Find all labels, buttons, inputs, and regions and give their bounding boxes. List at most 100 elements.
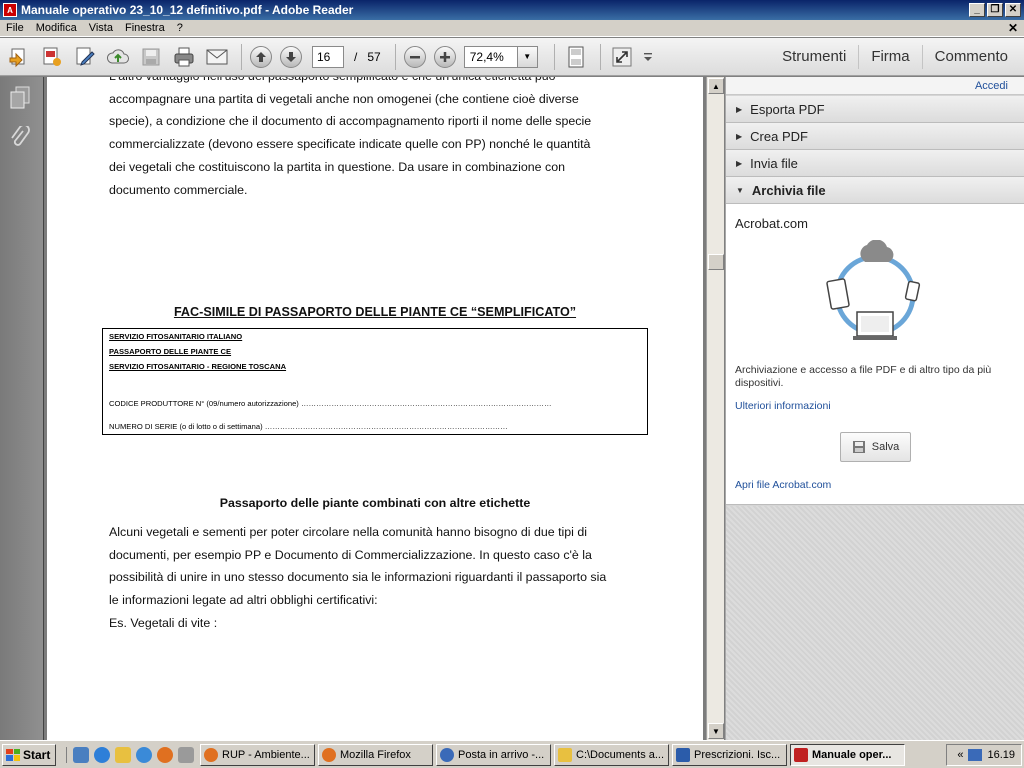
windows-taskbar: Start RUP - Ambiente... Mozilla Firefox … bbox=[0, 740, 1024, 768]
tray-expand-button[interactable]: « bbox=[957, 749, 963, 761]
upload-cloud-icon[interactable] bbox=[105, 44, 131, 70]
menu-bar: File Modifica Vista Finestra ? ✕ bbox=[0, 20, 1024, 37]
triangle-right-icon: ▶ bbox=[736, 131, 743, 141]
text-line: dei vegetali che costituiscono la partit… bbox=[109, 159, 565, 174]
section-esporta-pdf[interactable]: ▶ Esporta PDF bbox=[726, 96, 1024, 123]
task-rup-ambiente[interactable]: RUP - Ambiente... bbox=[200, 743, 315, 766]
menu-finestra[interactable]: Finestra bbox=[119, 22, 171, 34]
zoom-value[interactable]: 72,4% bbox=[465, 47, 517, 67]
email-icon[interactable] bbox=[204, 44, 230, 70]
arrow-up-icon bbox=[256, 51, 266, 62]
section-invia-file[interactable]: ▶ Invia file bbox=[726, 150, 1024, 177]
more-info-link[interactable]: Ulteriori informazioni bbox=[735, 400, 831, 412]
edit-pdf-icon[interactable] bbox=[72, 44, 98, 70]
save-to-acrobat-button[interactable]: Salva bbox=[840, 432, 911, 462]
browser-icon[interactable] bbox=[136, 746, 152, 763]
section-crea-pdf[interactable]: ▶ Crea PDF bbox=[726, 123, 1024, 150]
zoom-out-button[interactable] bbox=[403, 45, 426, 68]
box-line: PASSAPORTO DELLE PIANTE CE bbox=[109, 347, 232, 356]
help-icon[interactable] bbox=[73, 746, 89, 763]
zoom-in-button[interactable] bbox=[433, 45, 456, 68]
section-label: Invia file bbox=[750, 155, 798, 171]
total-pages: 57 bbox=[367, 49, 381, 64]
intro-paragraph: L'altro vantaggio nell'uso del passaport… bbox=[109, 77, 643, 201]
network-icon[interactable] bbox=[968, 748, 983, 761]
facsimile-heading: FAC-SIMILE DI PASSAPORTO DELLE PIANTE CE… bbox=[173, 305, 577, 319]
adobe-reader-app-icon[interactable]: A bbox=[3, 3, 17, 17]
close-window-button[interactable]: ✕ bbox=[1005, 3, 1021, 17]
menu-modifica[interactable]: Modifica bbox=[30, 22, 83, 34]
task-posta-in-arrivo[interactable]: Posta in arrivo -... bbox=[436, 743, 551, 766]
system-tray: « 16.19 bbox=[946, 743, 1022, 766]
toolbar-separator bbox=[394, 43, 396, 70]
text-line: Alcuni vegetali e sementi per poter circ… bbox=[109, 525, 588, 539]
menu-file[interactable]: File bbox=[0, 22, 30, 34]
previous-page-button[interactable] bbox=[250, 45, 272, 68]
toolbar: 16 / 57 72,4% ▼ Strumenti Firma Commento bbox=[0, 38, 1024, 76]
tools-pane: Accedi ▶ Esporta PDF ▶ Crea PDF ▶ Invia … bbox=[725, 77, 1024, 740]
internet-explorer-icon[interactable] bbox=[94, 746, 110, 763]
menu-help[interactable]: ? bbox=[171, 22, 189, 34]
next-page-button[interactable] bbox=[280, 45, 302, 68]
passport-facsimile-box: SERVIZIO FITOSANITARIO ITALIANO PASSAPOR… bbox=[102, 328, 648, 435]
close-document-button[interactable]: ✕ bbox=[1008, 21, 1018, 35]
firefox-icon[interactable] bbox=[157, 746, 173, 763]
minimize-button[interactable]: _ bbox=[969, 3, 985, 17]
toolbar-separator bbox=[553, 43, 555, 70]
save-icon[interactable] bbox=[138, 44, 164, 70]
start-label: Start bbox=[23, 747, 51, 762]
zoom-select[interactable]: 72,4% ▼ bbox=[463, 45, 538, 68]
scroll-thumb[interactable] bbox=[708, 254, 724, 270]
windows-flag-icon bbox=[6, 748, 20, 761]
section-archivia-file[interactable]: ▼ Archivia file bbox=[726, 177, 1024, 204]
task-label: Posta in arrivo -... bbox=[458, 748, 545, 761]
acrobat-com-title: Acrobat.com bbox=[735, 216, 808, 231]
minus-icon bbox=[409, 55, 420, 58]
open-file-icon[interactable] bbox=[6, 44, 32, 70]
triangle-right-icon: ▶ bbox=[736, 158, 743, 168]
section-label: Archivia file bbox=[751, 182, 826, 198]
application-icon[interactable] bbox=[178, 746, 194, 763]
fit-page-icon[interactable] bbox=[563, 44, 589, 70]
section-heading: Passaporto delle piante combinati con al… bbox=[219, 496, 531, 510]
triangle-right-icon: ▶ bbox=[736, 104, 743, 114]
pdf-page: L'altro vantaggio nell'uso del passaport… bbox=[47, 77, 703, 740]
toolbar-separator bbox=[241, 43, 242, 70]
sign-in-link[interactable]: Accedi bbox=[726, 77, 1024, 95]
box-line: CODICE PRODUTTORE N° (09/numero autorizz… bbox=[109, 399, 552, 408]
tab-strumenti[interactable]: Strumenti bbox=[770, 45, 858, 69]
task-label: Manuale oper... bbox=[812, 748, 892, 761]
print-icon[interactable] bbox=[171, 44, 197, 70]
create-pdf-icon[interactable] bbox=[39, 44, 65, 70]
pages-thumbnail-icon[interactable] bbox=[7, 85, 33, 111]
page-number-input[interactable]: 16 bbox=[312, 45, 344, 68]
text-line: documento commerciale. bbox=[109, 182, 248, 197]
menu-vista[interactable]: Vista bbox=[83, 22, 119, 34]
folder-icon[interactable] bbox=[115, 746, 131, 763]
attachments-paperclip-icon[interactable] bbox=[7, 125, 33, 151]
task-prescrizioni[interactable]: Prescrizioni. Isc... bbox=[672, 743, 787, 766]
quick-launch bbox=[66, 746, 194, 763]
toolbar-separator bbox=[599, 43, 601, 70]
tab-firma[interactable]: Firma bbox=[858, 45, 921, 69]
open-acrobat-files-link[interactable]: Apri file Acrobat.com bbox=[735, 479, 831, 491]
start-button[interactable]: Start bbox=[2, 743, 56, 766]
fullscreen-icon[interactable] bbox=[609, 44, 635, 70]
box-line: NUMERO DI SERIE (o di lotto o di settima… bbox=[109, 422, 508, 431]
text-line: possibilità di unire in uno stesso docum… bbox=[109, 570, 607, 585]
scroll-down-button[interactable]: ▼ bbox=[708, 723, 724, 739]
text-line: documenti, per esempio PP e Documento di… bbox=[109, 547, 592, 562]
scroll-up-button[interactable]: ▲ bbox=[708, 78, 724, 94]
chevron-down-icon[interactable]: ▼ bbox=[516, 46, 537, 67]
toolbar-options-icon[interactable] bbox=[642, 44, 654, 70]
document-scrollbar[interactable]: ▲ ▼ bbox=[706, 77, 724, 740]
maximize-button[interactable]: ❐ bbox=[987, 3, 1003, 17]
pane-empty-area bbox=[726, 506, 1024, 740]
tab-commento[interactable]: Commento bbox=[921, 45, 1020, 69]
task-manuale-operativo[interactable]: Manuale oper... bbox=[790, 743, 905, 766]
task-documents-folder[interactable]: C:\Documents a... bbox=[554, 743, 669, 766]
task-mozilla-firefox[interactable]: Mozilla Firefox bbox=[318, 743, 433, 766]
text-line: accompagnare una partita di vegetali anc… bbox=[109, 91, 579, 106]
title-bar: A Manuale operativo 23_10_12 definitivo.… bbox=[0, 0, 1024, 20]
document-viewport[interactable]: L'altro vantaggio nell'uso del passaport… bbox=[44, 77, 706, 740]
